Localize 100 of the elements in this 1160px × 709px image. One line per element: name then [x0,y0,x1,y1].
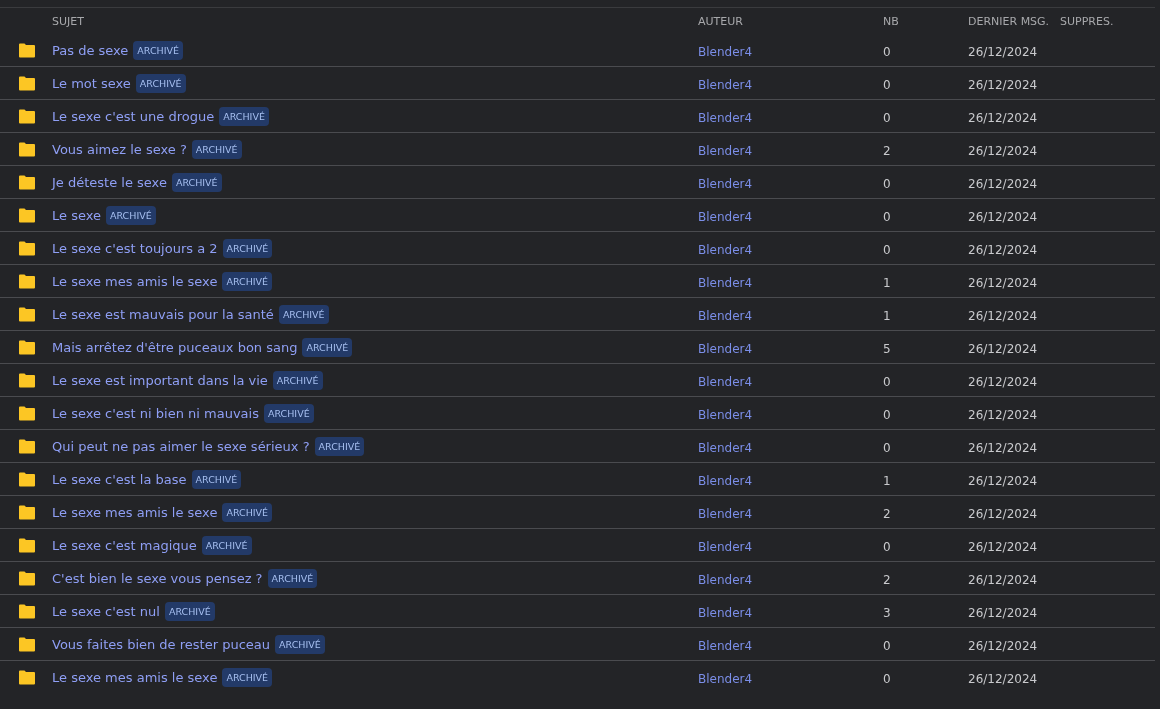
topic-link[interactable]: Le sexe est mauvais pour la santé [52,306,274,322]
topic-link[interactable]: Le mot sexe [52,75,131,91]
archived-badge: ARCHIVÉ [275,634,325,654]
author-link[interactable]: Blender4 [698,77,753,92]
last-message-date: 26/12/2024 [968,44,1038,59]
author-link[interactable]: Blender4 [698,308,753,323]
archived-badge: ARCHIVÉ [135,73,186,93]
archived-badge: ARCHIVÉ [263,403,314,423]
topic-link[interactable]: Le sexe c'est la base [52,471,187,487]
topic-link[interactable]: Mais arrêtez d'être puceaux bon sang [52,339,298,355]
last-message-date: 26/12/2024 [968,143,1038,158]
last-message-date: 26/12/2024 [968,77,1038,92]
topic-link[interactable]: Vous aimez le sexe ? [52,141,187,157]
archived-badge: ARCHIVÉ [222,271,273,291]
reply-count: 1 [883,473,891,488]
archived-badge: ARCHIVÉ [133,40,184,60]
reply-count: 0 [883,440,891,455]
last-message-date: 26/12/2024 [968,176,1038,191]
author-link[interactable]: Blender4 [698,440,753,455]
folder-icon [18,306,36,322]
last-message-date: 26/12/2024 [968,275,1038,290]
author-link[interactable]: Blender4 [698,506,753,521]
archived-badge: ARCHIVÉ [219,106,269,126]
author-link[interactable]: Blender4 [698,638,753,653]
topic-link[interactable]: Le sexe mes amis le sexe [52,273,218,289]
archived-badge: ARCHIVÉ [191,139,242,159]
folder-icon [18,438,36,454]
folder-icon [18,570,36,586]
topic-link[interactable]: Le sexe [52,207,101,223]
folder-icon [18,471,36,487]
topic-link[interactable]: Le sexe c'est magique [52,537,197,553]
author-link[interactable]: Blender4 [698,374,753,389]
author-link[interactable]: Blender4 [698,572,753,587]
reply-count: 0 [883,209,891,224]
author-link[interactable]: Blender4 [698,473,753,488]
column-header: SUJET [52,14,85,28]
folder-icon [18,405,36,421]
archived-badge: ARCHIVÉ [222,502,273,522]
reply-count: 1 [883,275,891,290]
folder-icon [18,537,36,553]
column-header: AUTEUR [698,14,744,28]
topic-link[interactable]: Le sexe c'est toujours a 2 [52,240,218,256]
topic-link[interactable]: Je déteste le sexe [52,174,167,190]
folder-icon [18,75,36,91]
reply-count: 0 [883,176,891,191]
last-message-date: 26/12/2024 [968,440,1038,455]
archived-badge: ARCHIVÉ [191,469,242,489]
author-link[interactable]: Blender4 [698,605,753,620]
topic-link[interactable]: Le sexe mes amis le sexe [52,504,218,520]
last-message-date: 26/12/2024 [968,407,1038,422]
author-link[interactable]: Blender4 [698,176,753,191]
last-message-date: 26/12/2024 [968,638,1038,653]
folder-icon [18,669,36,685]
folder-icon [18,174,36,190]
folder-icon [18,273,36,289]
topic-link[interactable]: Vous faites bien de rester puceau [52,636,270,652]
reply-count: 2 [883,506,891,521]
topic-link[interactable]: Le sexe c'est une drogue [52,108,215,124]
topic-link[interactable]: Pas de sexe [52,42,129,58]
folder-icon [18,603,36,619]
topic-link[interactable]: Qui peut ne pas aimer le sexe sérieux ? [52,438,310,454]
last-message-date: 26/12/2024 [968,209,1038,224]
topic-link[interactable]: Le sexe c'est nul [52,603,160,619]
topic-link[interactable]: C'est bien le sexe vous pensez ? [52,570,263,586]
last-message-date: 26/12/2024 [968,572,1038,587]
reply-count: 0 [883,671,891,686]
author-link[interactable]: Blender4 [698,407,753,422]
author-link[interactable]: Blender4 [698,110,753,125]
last-message-date: 26/12/2024 [968,242,1038,257]
reply-count: 2 [883,143,891,158]
archived-badge: ARCHIVÉ [302,337,353,357]
author-link[interactable]: Blender4 [698,539,753,554]
topic-link[interactable]: Le sexe c'est ni bien ni mauvais [52,405,259,421]
last-message-date: 26/12/2024 [968,110,1038,125]
folder-icon [18,339,36,355]
reply-count: 0 [883,110,891,125]
author-link[interactable]: Blender4 [698,341,753,356]
last-message-date: 26/12/2024 [968,374,1038,389]
archived-badge: ARCHIVÉ [314,436,365,456]
author-link[interactable]: Blender4 [698,209,753,224]
column-header: SUPPRES. [1060,14,1115,28]
author-link[interactable]: Blender4 [698,242,753,257]
reply-count: 3 [883,605,891,620]
author-link[interactable]: Blender4 [698,143,753,158]
author-link[interactable]: Blender4 [698,44,753,59]
author-link[interactable]: Blender4 [698,275,753,290]
topic-link[interactable]: Le sexe est important dans la vie [52,372,268,388]
reply-count: 0 [883,242,891,257]
last-message-date: 26/12/2024 [968,506,1038,521]
archived-badge: ARCHIVÉ [164,601,215,621]
topic-link[interactable]: Le sexe mes amis le sexe [52,669,218,685]
folder-icon [18,108,36,124]
column-header: NB [883,14,900,28]
archived-badge: ARCHIVÉ [278,304,329,324]
folder-icon [18,240,36,256]
author-link[interactable]: Blender4 [698,671,753,686]
folder-icon [18,504,36,520]
archived-badge: ARCHIVÉ [106,205,156,225]
reply-count: 0 [883,374,891,389]
column-header: DERNIER MSG. [968,14,1051,28]
